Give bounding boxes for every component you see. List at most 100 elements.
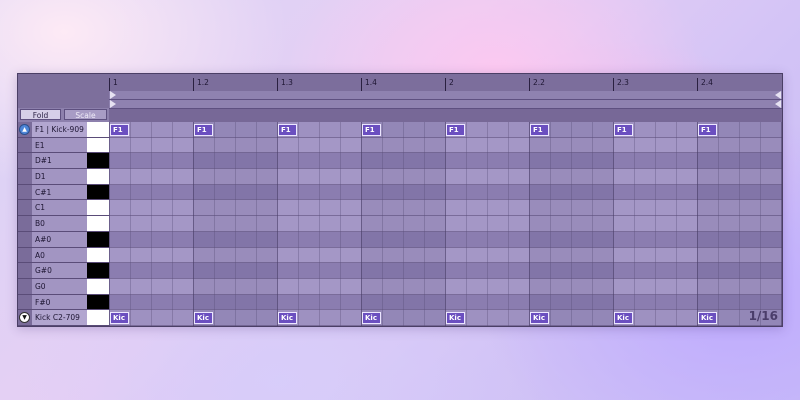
grid-line bbox=[466, 122, 467, 326]
grid-top-band bbox=[109, 109, 782, 122]
grid-line bbox=[382, 122, 383, 326]
key-row[interactable]: ▼ Kick C2-709 bbox=[18, 310, 109, 326]
piano-key[interactable] bbox=[87, 137, 109, 153]
piano-key[interactable] bbox=[87, 263, 109, 278]
grid-line bbox=[298, 122, 299, 326]
midi-note[interactable]: F1 bbox=[278, 123, 297, 136]
ruler-tick: 2 bbox=[445, 78, 454, 91]
key-label: F#0 bbox=[32, 294, 87, 310]
key-row[interactable]: G#0 bbox=[18, 263, 109, 279]
key-label: C#1 bbox=[32, 184, 87, 200]
midi-note[interactable]: F1 bbox=[110, 123, 129, 136]
ruler-tick: 1 bbox=[109, 78, 118, 91]
piano-key[interactable] bbox=[87, 184, 109, 200]
midi-note[interactable]: Kic bbox=[614, 311, 633, 324]
key-row[interactable]: ▲ F1 | Kick-909 bbox=[18, 122, 109, 138]
key-row[interactable]: E1 bbox=[18, 137, 109, 154]
key-label: F1 | Kick-909 bbox=[32, 122, 87, 137]
key-gutter: ▲ bbox=[18, 122, 32, 137]
midi-note[interactable]: Kic bbox=[362, 311, 381, 324]
midi-note[interactable]: F1 bbox=[362, 123, 381, 136]
grid-line bbox=[151, 122, 152, 326]
piano-key[interactable] bbox=[87, 247, 109, 263]
piano-key[interactable] bbox=[87, 294, 109, 310]
start-marker-icon[interactable] bbox=[110, 100, 116, 108]
grid-line bbox=[760, 122, 761, 326]
grid-line bbox=[550, 122, 551, 326]
key-gutter bbox=[18, 247, 32, 263]
piano-key[interactable] bbox=[87, 310, 109, 325]
grid-line bbox=[277, 122, 278, 326]
midi-note[interactable]: F1 bbox=[446, 123, 465, 136]
key-gutter bbox=[18, 216, 32, 231]
grid-line bbox=[634, 122, 635, 326]
end-marker-icon[interactable] bbox=[775, 100, 781, 108]
grid-line bbox=[445, 122, 446, 326]
key-panel-toolbar: Fold Scale bbox=[18, 108, 109, 122]
key-gutter bbox=[18, 200, 32, 216]
grid-line bbox=[718, 122, 719, 326]
grid-line bbox=[781, 122, 782, 326]
grid-resolution-label: 1/16 bbox=[748, 309, 778, 323]
piano-key[interactable] bbox=[87, 153, 109, 169]
beat-ruler[interactable]: 1 1.2 1.3 1.4 2 2.2 2.3 2.4 bbox=[109, 74, 782, 92]
start-end-bar[interactable] bbox=[109, 100, 782, 109]
ruler-tick: 1.2 bbox=[193, 78, 209, 91]
scroll-up-icon[interactable]: ▲ bbox=[19, 124, 30, 135]
grid-line bbox=[571, 122, 572, 326]
grid-line bbox=[319, 122, 320, 326]
grid-line bbox=[592, 122, 593, 326]
midi-note[interactable]: Kic bbox=[530, 311, 549, 324]
key-row[interactable]: G0 bbox=[18, 278, 109, 295]
key-gutter: ▼ bbox=[18, 310, 32, 325]
midi-note[interactable]: Kic bbox=[278, 311, 297, 324]
scroll-down-icon[interactable]: ▼ bbox=[19, 312, 30, 324]
key-row[interactable]: D#1 bbox=[18, 153, 109, 170]
midi-note[interactable]: Kic bbox=[194, 311, 213, 324]
midi-note[interactable]: F1 bbox=[530, 123, 549, 136]
grid-line bbox=[613, 122, 614, 326]
piano-key[interactable] bbox=[87, 278, 109, 294]
scale-button[interactable]: Scale bbox=[64, 109, 107, 120]
key-label: G0 bbox=[32, 278, 87, 294]
piano-key[interactable] bbox=[87, 122, 109, 137]
key-row[interactable]: D1 bbox=[18, 169, 109, 185]
loop-start-marker-icon[interactable] bbox=[110, 91, 116, 99]
midi-note[interactable]: Kic bbox=[698, 311, 717, 324]
midi-note[interactable]: F1 bbox=[698, 123, 717, 136]
key-label: E1 bbox=[32, 137, 87, 153]
grid-line bbox=[172, 122, 173, 326]
loop-end-marker-icon[interactable] bbox=[775, 91, 781, 99]
piano-key[interactable] bbox=[87, 200, 109, 216]
loop-bar[interactable] bbox=[109, 91, 782, 100]
grid-line bbox=[739, 122, 740, 326]
midi-note[interactable]: F1 bbox=[614, 123, 633, 136]
grid-line bbox=[130, 122, 131, 326]
key-label: B0 bbox=[32, 216, 87, 231]
note-grid[interactable]: F1 F1 F1 F1 F1 F1 F1 F1 Kic Kic Kic Kic Kic Kic Kic Kic bbox=[109, 122, 782, 326]
key-gutter bbox=[18, 184, 32, 200]
grid-line bbox=[487, 122, 488, 326]
key-row[interactable]: C#1 bbox=[18, 184, 109, 201]
fold-button[interactable]: Fold bbox=[20, 109, 61, 120]
key-row[interactable]: A0 bbox=[18, 247, 109, 264]
piano-key[interactable] bbox=[87, 231, 109, 247]
ruler-tick: 1.3 bbox=[277, 78, 293, 91]
key-label: D#1 bbox=[32, 153, 87, 169]
grid-line bbox=[424, 122, 425, 326]
key-row[interactable]: F#0 bbox=[18, 294, 109, 311]
key-panel: Fold Scale ▲ F1 | Kick-909 E1 D#1 D1 C#1 C1 B0 A… bbox=[18, 74, 109, 326]
grid-line bbox=[214, 122, 215, 326]
grid-line bbox=[403, 122, 404, 326]
piano-key[interactable] bbox=[87, 169, 109, 184]
grid-line bbox=[109, 122, 110, 326]
ruler-tick: 1.4 bbox=[361, 78, 377, 91]
midi-note[interactable]: Kic bbox=[110, 311, 129, 324]
key-gutter bbox=[18, 231, 32, 247]
key-row[interactable]: B0 bbox=[18, 216, 109, 232]
key-row[interactable]: A#0 bbox=[18, 231, 109, 248]
key-row[interactable]: C1 bbox=[18, 200, 109, 217]
piano-key[interactable] bbox=[87, 216, 109, 231]
midi-note[interactable]: F1 bbox=[194, 123, 213, 136]
midi-note[interactable]: Kic bbox=[446, 311, 465, 324]
